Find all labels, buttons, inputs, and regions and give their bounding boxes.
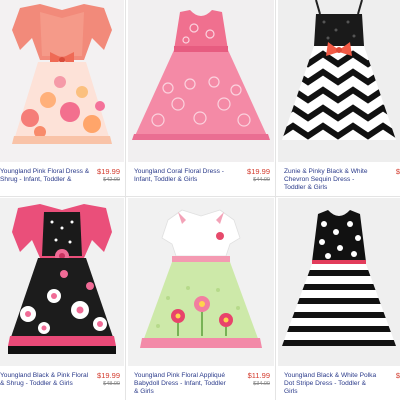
column-divider	[125, 0, 126, 400]
product-card[interactable]: Youngland Pink Floral Dress & Shrug - In…	[0, 0, 124, 195]
original-price: $48.00	[103, 381, 120, 387]
product-image-black-white-chevron-sequin-dress[interactable]	[278, 0, 400, 162]
product-image-black-pink-floral-dress-with-shrug[interactable]	[0, 198, 124, 366]
row-divider	[0, 196, 400, 197]
product-grid: Youngland Pink Floral Dress & Shrug - In…	[0, 0, 400, 400]
product-image-pink-floral-applique-babydoll-dress[interactable]	[128, 198, 274, 366]
sale-price: $	[395, 371, 400, 380]
original-price: $44.00	[253, 177, 270, 183]
product-image-pink-floral-dress-with-shrug[interactable]	[0, 0, 124, 162]
product-image-black-white-polka-dot-stripe-dress[interactable]	[278, 198, 400, 366]
product-card[interactable]: Youngland Black & Pink Floral & Shrug - …	[0, 198, 124, 400]
product-title[interactable]: Zunie & Pinky Black & White Chevron Sequ…	[284, 168, 368, 192]
original-price: $42.00	[103, 177, 120, 183]
product-image-coral-floral-dress[interactable]	[128, 0, 274, 162]
product-card[interactable]: Zunie & Pinky Black & White Chevron Sequ…	[278, 0, 400, 195]
product-title[interactable]: Youngland Black & White Polka Dot Stripe…	[284, 372, 376, 396]
product-title[interactable]: Youngland Pink Floral Appliqué Babydoll …	[134, 372, 226, 396]
product-title[interactable]: Youngland Pink Floral Dress & Shrug - In…	[0, 168, 89, 184]
product-card[interactable]: Youngland Pink Floral Appliqué Babydoll …	[128, 198, 274, 400]
sale-price: $	[395, 167, 400, 176]
product-title[interactable]: Youngland Coral Floral Dress - Infant, T…	[134, 168, 224, 184]
original-price: $34.00	[253, 381, 270, 387]
sale-price: $19.99	[247, 167, 270, 176]
column-divider	[275, 0, 276, 400]
sale-price: $19.99	[97, 371, 120, 380]
sale-price: $11.99	[247, 371, 270, 380]
product-card[interactable]: Youngland Black & White Polka Dot Stripe…	[278, 198, 400, 400]
product-title[interactable]: Youngland Black & Pink Floral & Shrug - …	[0, 372, 88, 388]
sale-price: $19.99	[97, 167, 120, 176]
product-card[interactable]: Youngland Coral Floral Dress - Infant, T…	[128, 0, 274, 195]
